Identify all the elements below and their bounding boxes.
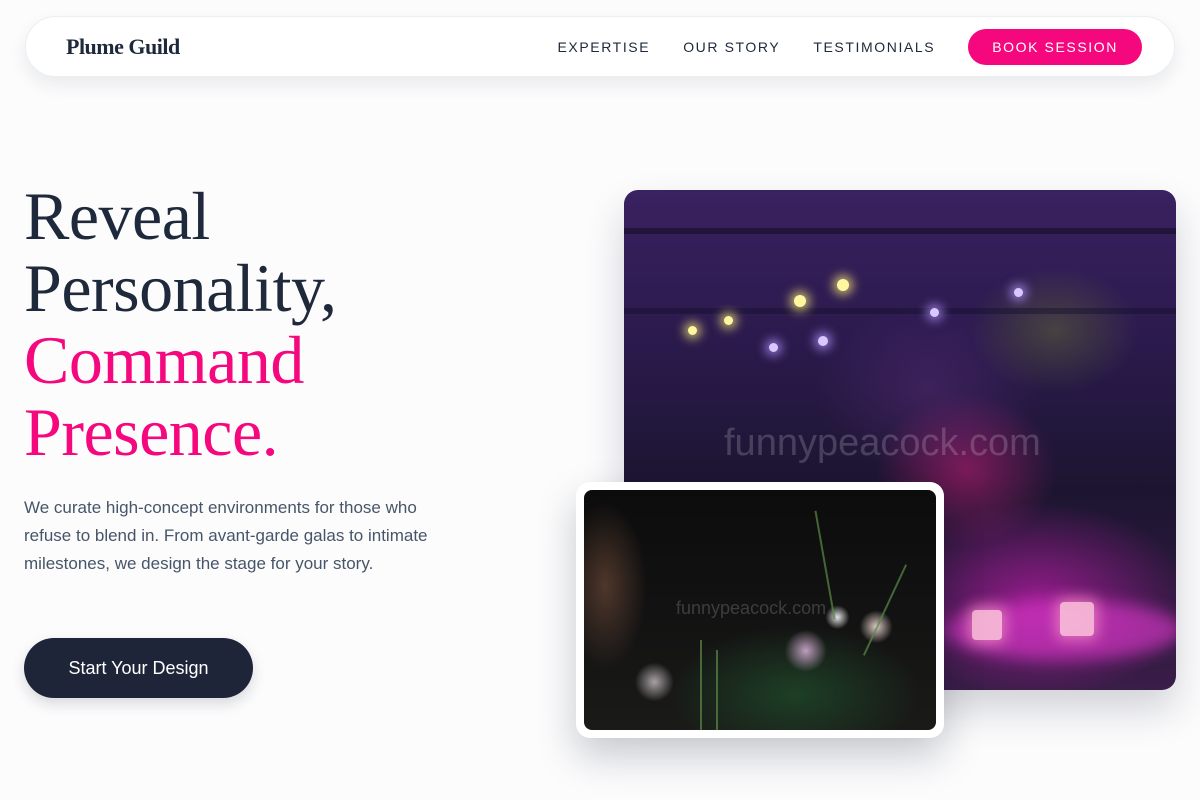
watermark: funnypeacock.com <box>724 422 1041 464</box>
hero-title-line-4: Presence. <box>24 394 279 470</box>
ceiling-truss <box>624 228 1176 234</box>
stage-light <box>769 343 778 352</box>
book-session-button[interactable]: BOOK SESSION <box>968 29 1142 65</box>
candle <box>972 610 1002 640</box>
stage-light <box>837 279 849 291</box>
foliage-stem <box>862 564 908 656</box>
stage-light <box>724 316 733 325</box>
start-your-design-button[interactable]: Start Your Design <box>24 638 253 698</box>
candle <box>1060 602 1094 636</box>
hero-description: We curate high-concept environments for … <box>24 498 428 573</box>
watermark: funnypeacock.com <box>676 598 827 618</box>
nav-link-our-story[interactable]: OUR STORY <box>683 39 780 55</box>
floral-arrangement-photo: funnypeacock.com <box>576 482 944 738</box>
stage-light <box>688 326 697 335</box>
hero-title: Reveal Personality, Command Presence. <box>24 180 337 468</box>
hero-title-line-1: Reveal <box>24 178 210 254</box>
stage-light <box>1014 288 1023 297</box>
hero-title-line-2: Personality, <box>24 250 337 326</box>
brand-logo[interactable]: Plume Guild <box>66 34 180 60</box>
navbar: Plume Guild EXPERTISE OUR STORY TESTIMON… <box>25 16 1175 77</box>
ceiling-truss <box>624 308 1176 314</box>
hero-title-line-3: Command <box>24 322 304 398</box>
foliage-stem <box>814 510 836 620</box>
stage-light <box>818 336 828 346</box>
candle-stem <box>716 650 718 730</box>
candle-stem <box>700 640 702 730</box>
floral-photo-image: funnypeacock.com <box>584 490 936 730</box>
stage-light <box>930 308 939 317</box>
stage-light <box>794 295 806 307</box>
nav-link-testimonials[interactable]: TESTIMONIALS <box>813 39 935 55</box>
nav-link-expertise[interactable]: EXPERTISE <box>557 39 650 55</box>
nav-links: EXPERTISE OUR STORY TESTIMONIALS BOOK SE… <box>557 29 1142 65</box>
